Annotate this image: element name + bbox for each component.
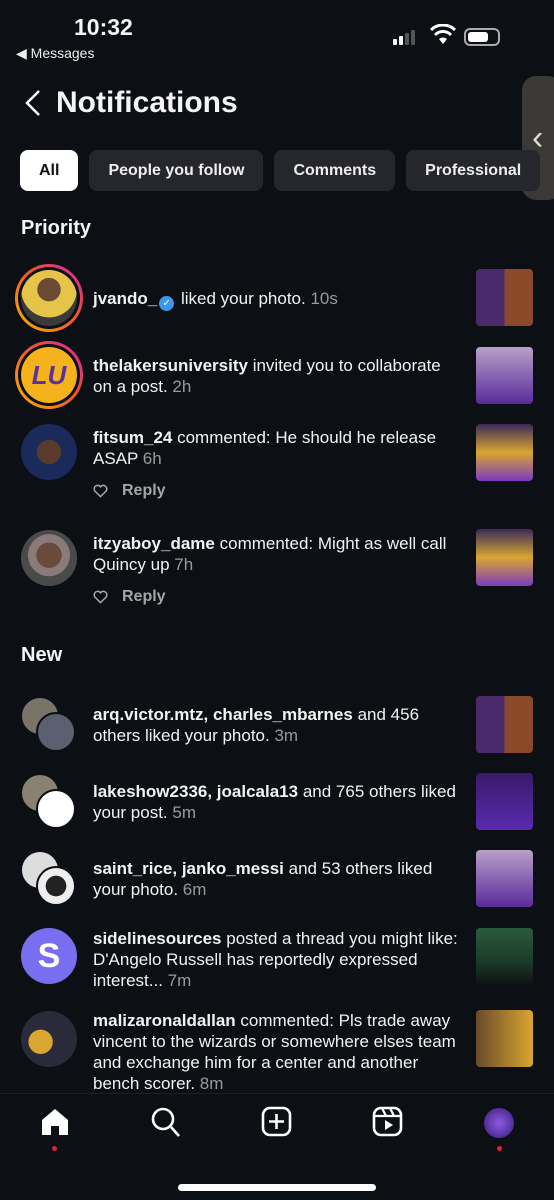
notification-text: liked your photo. [176, 289, 306, 308]
avatar[interactable] [15, 264, 83, 332]
username: fitsum_24 [93, 428, 173, 447]
username: malizaronaldallan [93, 1011, 236, 1030]
timestamp: 7m [167, 971, 192, 990]
filter-chips: All People you follow Comments Professio… [20, 150, 541, 191]
notification-item[interactable]: thelakersuniversity invited you to colla… [93, 355, 463, 397]
status-time: 10:32 [74, 14, 133, 40]
notification-item[interactable]: sidelinesources posted a thread you migh… [93, 928, 463, 991]
notification-item[interactable]: lakeshow2336, joalcala13 and 765 others … [93, 781, 463, 823]
threads-s-logo: S [37, 936, 61, 975]
username: sidelinesources [93, 929, 222, 948]
create-icon[interactable] [261, 1106, 293, 1138]
page-title: Notifications [56, 86, 238, 119]
avatar[interactable]: LU [15, 341, 83, 409]
timestamp: 5m [172, 803, 197, 822]
timestamp: 6h [142, 449, 162, 468]
username: arq.victor.mtz, charles_mbarnes [93, 705, 353, 724]
home-indicator[interactable] [178, 1184, 376, 1191]
reply-row: Reply [93, 482, 166, 500]
timestamp: 2h [172, 377, 192, 396]
profile-avatar[interactable] [484, 1108, 514, 1138]
section-priority: Priority [21, 217, 92, 239]
username: saint_rice, janko_messi [93, 859, 284, 878]
filter-professional[interactable]: Professional [406, 150, 541, 191]
heart-icon[interactable] [93, 484, 108, 498]
timestamp: 6m [182, 880, 207, 899]
timestamp: 7h [174, 555, 194, 574]
avatar-pair[interactable] [20, 773, 80, 833]
post-thumbnail[interactable] [476, 850, 533, 907]
verified-icon: ✓ [159, 296, 175, 311]
notification-item[interactable]: jvando_ ✓ liked your photo. 10s [93, 288, 463, 311]
reels-icon[interactable] [372, 1106, 404, 1138]
post-thumbnail[interactable] [476, 347, 533, 404]
filter-people-you-follow[interactable]: People you follow [89, 150, 264, 191]
notification-dot [52, 1146, 57, 1151]
filter-comments[interactable]: Comments [274, 150, 396, 191]
timestamp: 10s [310, 289, 338, 308]
post-thumbnail[interactable] [476, 696, 533, 753]
post-thumbnail[interactable] [476, 928, 533, 985]
post-thumbnail[interactable] [476, 1010, 533, 1067]
reply-button[interactable]: Reply [122, 482, 166, 500]
notification-dot [497, 1146, 502, 1151]
username: itzyaboy_dame [93, 534, 215, 553]
username: lakeshow2336, joalcala13 [93, 782, 299, 801]
bottom-nav-divider [0, 1093, 554, 1094]
heart-icon[interactable] [93, 590, 108, 604]
avatar-pair[interactable] [20, 850, 80, 910]
reply-row: Reply [93, 588, 166, 606]
signal-icon [393, 30, 415, 45]
avatar-logo: LU [21, 347, 77, 403]
timestamp: 8m [199, 1074, 224, 1093]
username: thelakersuniversity [93, 356, 248, 375]
wifi-icon [430, 24, 456, 44]
battery-icon [464, 28, 500, 46]
avatar[interactable] [21, 530, 77, 586]
post-thumbnail[interactable] [476, 424, 533, 481]
back-icon[interactable] [24, 89, 42, 117]
post-thumbnail[interactable] [476, 529, 533, 586]
search-icon[interactable] [150, 1106, 182, 1140]
avatar[interactable] [21, 1011, 77, 1067]
post-thumbnail[interactable] [476, 269, 533, 326]
avatar-pair[interactable] [20, 696, 80, 756]
home-icon[interactable] [39, 1106, 71, 1138]
back-to-messages[interactable]: ◀ Messages [16, 45, 94, 62]
timestamp: 3m [274, 726, 299, 745]
notification-item[interactable]: arq.victor.mtz, charles_mbarnes and 456 … [93, 704, 463, 746]
reply-button[interactable]: Reply [122, 588, 166, 606]
filter-all[interactable]: All [20, 150, 79, 191]
avatar[interactable] [21, 424, 77, 480]
section-new: New [21, 644, 63, 666]
avatar[interactable]: S [21, 928, 77, 984]
post-thumbnail[interactable] [476, 773, 533, 830]
notification-item[interactable]: itzyaboy_dame commented: Might as well c… [93, 533, 463, 575]
notification-item[interactable]: saint_rice, janko_messi and 53 others li… [93, 858, 463, 900]
notification-item[interactable]: fitsum_24 commented: He should he releas… [93, 427, 463, 469]
username: jvando_ [93, 289, 158, 308]
notification-item[interactable]: malizaronaldallan commented: Pls trade a… [93, 1010, 463, 1094]
